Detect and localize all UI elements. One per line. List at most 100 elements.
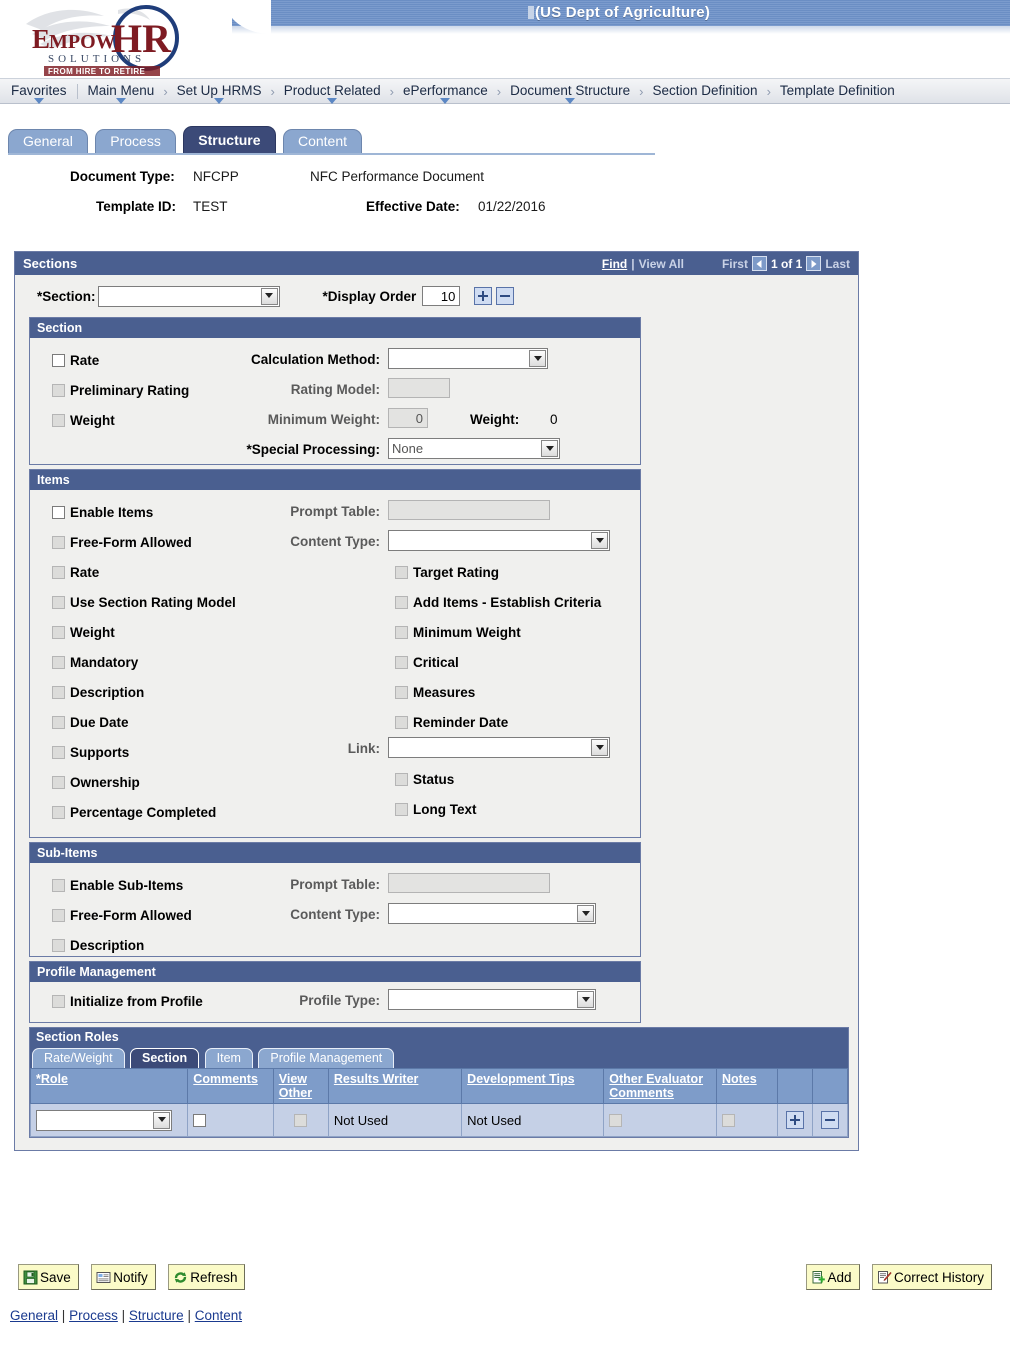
link-select[interactable] (388, 737, 610, 758)
footer-link-process[interactable]: Process (69, 1308, 118, 1323)
checkbox-row-measures: Measures (395, 678, 601, 708)
column-results-writer[interactable]: Results Writer (327, 1068, 463, 1104)
column-view-other[interactable]: View Other (272, 1068, 329, 1104)
percentage-completed-label: Percentage Completed (70, 805, 217, 820)
remove-section-button[interactable] (496, 287, 515, 305)
find-link[interactable]: Find (602, 257, 627, 271)
row-comments-checkbox[interactable] (193, 1113, 207, 1127)
checkbox-row-long-text: Long Text (395, 795, 477, 825)
column-other-evaluator-comments[interactable]: Other Evaluator Comments (603, 1068, 717, 1104)
special-processing-select[interactable]: None (388, 438, 560, 459)
save-button[interactable]: Save (18, 1264, 79, 1290)
weight-readout-label: Weight: (470, 412, 520, 427)
status-label: Status (413, 772, 455, 787)
section-subpanel-body: Rate Preliminary Rating Weight Calculati… (30, 338, 640, 464)
effective-date-label: Effective Date: (366, 199, 460, 214)
role-select[interactable] (36, 1109, 172, 1131)
previous-row-icon[interactable] (751, 256, 767, 271)
display-order-label: *Display Order (322, 288, 417, 304)
breadcrumb-item-main-menu[interactable]: Main Menu (81, 80, 162, 102)
footer-link-content[interactable]: Content (195, 1308, 242, 1323)
items-prompt-table-input (388, 500, 550, 520)
next-row-icon[interactable] (806, 256, 822, 271)
correct-history-button[interactable]: Correct History (871, 1264, 992, 1290)
checkbox-row-preliminary-rating: Preliminary Rating (52, 376, 189, 406)
grid-pipe: | (631, 256, 635, 271)
view-all-link[interactable]: View All (639, 257, 684, 271)
item-weight-label: Weight (70, 625, 115, 640)
breadcrumb-favorites[interactable]: Favorites (4, 80, 74, 102)
save-button-label: Save (40, 1270, 71, 1285)
add-role-button[interactable] (785, 1111, 804, 1129)
items-content-type-select[interactable] (388, 530, 610, 551)
measures-checkbox (395, 686, 408, 699)
calculation-method-select[interactable] (388, 348, 548, 369)
column-notes-label: Notes (721, 1072, 757, 1086)
tab-structure[interactable]: Structure (183, 126, 276, 153)
breadcrumb-separator: › (270, 83, 275, 99)
item-weight-checkbox (52, 626, 65, 639)
rating-model-input (388, 378, 450, 398)
rate-checkbox[interactable] (52, 354, 65, 367)
breadcrumb-item-document-structure[interactable]: Document Structure (503, 80, 637, 102)
subtab-section[interactable]: Section (130, 1048, 200, 1068)
checkbox-row-supports: Supports (52, 738, 236, 768)
subtab-rate-weight[interactable]: Rate/Weight (32, 1048, 125, 1068)
subitems-free-form-allowed-checkbox (52, 909, 65, 922)
column-role[interactable]: *Role (29, 1068, 189, 1104)
save-disk-icon (23, 1268, 38, 1294)
remove-role-button[interactable] (820, 1111, 839, 1129)
breadcrumb-item-template-definition[interactable]: Template Definition (773, 80, 902, 102)
tab-content[interactable]: Content (282, 129, 363, 153)
notify-button[interactable]: Notify (91, 1264, 156, 1290)
footer-link-structure[interactable]: Structure (129, 1308, 184, 1323)
breadcrumb-item-section-definition[interactable]: Section Definition (646, 80, 765, 102)
add-section-button[interactable] (474, 287, 493, 305)
column-comments[interactable]: Comments (187, 1068, 274, 1104)
checkbox-row-free-form-allowed: Free-Form Allowed (52, 528, 236, 558)
subitems-content-type-select[interactable] (388, 903, 596, 924)
section-select[interactable] (97, 285, 280, 307)
cell-results-writer: Not Used (327, 1103, 463, 1137)
last-link[interactable]: Last (825, 257, 850, 271)
add-button[interactable]: Add (805, 1264, 860, 1290)
link-wrap (388, 737, 610, 758)
breadcrumb-separator: › (163, 83, 168, 99)
cell-comments (187, 1103, 274, 1137)
items-content-type-wrap (388, 530, 610, 551)
long-text-checkbox (395, 803, 408, 816)
minimum-weight-input (388, 408, 428, 428)
reminder-date-label: Reminder Date (413, 715, 509, 730)
column-development-tips[interactable]: Development Tips (461, 1068, 605, 1104)
add-items-establish-criteria-checkbox (395, 596, 408, 609)
display-order-input[interactable] (422, 286, 461, 306)
ownership-label: Ownership (70, 775, 140, 790)
app-header: (US Dept of Agriculture) E MPOW HR SOLUT… (0, 0, 1010, 78)
profile-type-select[interactable] (388, 989, 596, 1010)
rate-label: Rate (70, 353, 100, 368)
checkbox-row-items-minimum-weight: Minimum Weight (395, 618, 601, 648)
template-id-label: Template ID: (96, 199, 177, 214)
subitems-subpanel: Sub-Items Enable Sub-Items Free-Form All… (29, 842, 641, 957)
breadcrumb-item-set-up-hrms[interactable]: Set Up HRMS (170, 80, 269, 102)
breadcrumb-item-product-related[interactable]: Product Related (277, 80, 388, 102)
section-roles-table: *Role Comments View Other Results Writer … (29, 1068, 849, 1137)
subtab-item[interactable]: Item (204, 1048, 253, 1068)
long-text-label: Long Text (413, 802, 477, 817)
first-link[interactable]: First (722, 257, 748, 271)
column-notes[interactable]: Notes (715, 1068, 778, 1104)
enable-items-checkbox[interactable] (52, 506, 65, 519)
cell-notes (715, 1103, 778, 1137)
column-add (776, 1068, 813, 1104)
subtab-profile-management[interactable]: Profile Management (258, 1048, 395, 1068)
item-rate-checkbox (52, 566, 65, 579)
tab-general[interactable]: General (8, 129, 88, 153)
initialize-from-profile-checkbox (52, 995, 65, 1008)
svg-text:E: E (32, 24, 50, 54)
refresh-button[interactable]: Refresh (168, 1264, 246, 1290)
breadcrumb-item-eperformance[interactable]: ePerformance (396, 80, 495, 102)
app-title: (US Dept of Agriculture) (232, 1, 1006, 25)
tab-process[interactable]: Process (95, 129, 176, 153)
cell-other-evaluator-comments (603, 1103, 717, 1137)
footer-link-general[interactable]: General (10, 1308, 58, 1323)
